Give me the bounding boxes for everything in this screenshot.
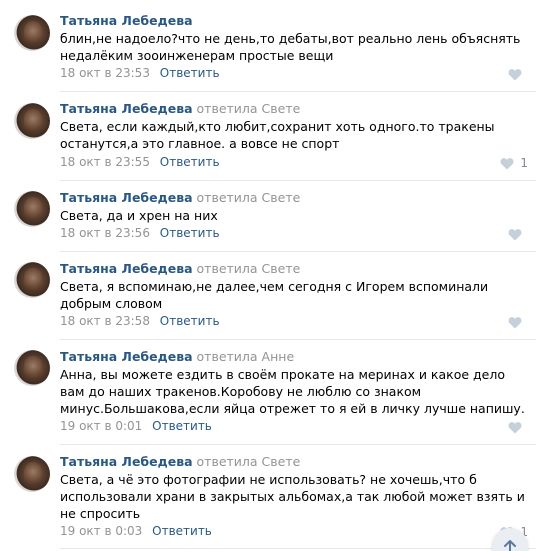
comment-header: Татьяна Лебедева ответила Свете	[60, 261, 300, 276]
comment-text: Света, да и хрен на них	[60, 208, 218, 223]
comment-text: блин,не надоело?что не день,то дебаты,во…	[60, 31, 521, 63]
comment-meta: 18 окт в 23:53 Ответить	[60, 66, 220, 81]
like-button[interactable]: 1	[500, 156, 528, 170]
avatar[interactable]	[14, 350, 50, 386]
author-name[interactable]: Татьяна Лебедева	[60, 101, 193, 116]
heart-icon	[508, 422, 522, 434]
avatar[interactable]	[14, 456, 50, 492]
author-name[interactable]: Татьяна Лебедева	[60, 261, 193, 276]
reply-to-label[interactable]: ответила Анне	[197, 349, 295, 364]
author-name[interactable]: Татьяна Лебедева	[60, 190, 193, 205]
like-button[interactable]	[508, 68, 528, 81]
comment-text: Анна, вы можете ездить в своём прокате н…	[60, 367, 525, 416]
comment-text: Света, если каждый,кто любит,сохранит хо…	[60, 119, 495, 151]
avatar[interactable]	[14, 103, 50, 139]
like-count: 1	[520, 156, 528, 170]
divider	[60, 548, 536, 549]
comment-meta: 18 окт в 23:56 Ответить	[60, 226, 220, 241]
avatar[interactable]	[14, 191, 50, 227]
reply-button[interactable]: Ответить	[152, 419, 212, 433]
comment-date[interactable]: 18 окт в 23:55	[60, 155, 150, 169]
divider	[60, 444, 536, 445]
reply-to-label[interactable]: ответила Свете	[197, 101, 301, 116]
reply-button[interactable]: Ответить	[160, 155, 220, 169]
heart-icon	[500, 157, 514, 169]
divider	[60, 339, 536, 340]
heart-icon	[508, 69, 522, 81]
reply-to-label[interactable]: ответила Свете	[197, 190, 301, 205]
heart-icon	[508, 229, 522, 241]
comment-date[interactable]: 19 окт в 0:03	[60, 524, 142, 538]
comment-meta: 19 окт в 0:03 Ответить	[60, 524, 212, 539]
comment-header: Татьяна Лебедева ответила Свете	[60, 190, 300, 205]
comment-date[interactable]: 19 окт в 0:01	[60, 419, 142, 433]
reply-to-label[interactable]: ответила Свете	[197, 454, 301, 469]
like-button[interactable]	[508, 316, 528, 329]
reply-to-label[interactable]: ответила Свете	[197, 261, 301, 276]
comment-date[interactable]: 18 окт в 23:58	[60, 314, 150, 328]
comment-text: Света, а чё это фотографии не использова…	[60, 472, 525, 521]
reply-button[interactable]: Ответить	[160, 314, 220, 328]
divider	[60, 251, 536, 252]
comment-header: Татьяна Лебедева ответила Свете	[60, 101, 300, 116]
arrow-up-icon	[504, 540, 516, 551]
comment-meta: 18 окт в 23:58 Ответить	[60, 314, 220, 329]
author-name[interactable]: Татьяна Лебедева	[60, 454, 193, 469]
like-button[interactable]	[508, 421, 528, 434]
comment-header: Татьяна Лебедева ответила Анне	[60, 349, 294, 364]
reply-button[interactable]: Ответить	[152, 524, 212, 538]
comment-text: Света, я вспоминаю,не далее,чем сегодня …	[60, 279, 489, 311]
comments-feed: Татьяна Лебедева блин,не надоело?что не …	[0, 0, 542, 551]
divider	[60, 180, 536, 181]
comment-date[interactable]: 18 окт в 23:53	[60, 66, 150, 80]
heart-icon	[508, 317, 522, 329]
avatar[interactable]	[14, 15, 50, 51]
comment-header: Татьяна Лебедева	[60, 13, 193, 28]
reply-button[interactable]: Ответить	[160, 226, 220, 240]
comment-header: Татьяна Лебедева ответила Свете	[60, 454, 300, 469]
reply-button[interactable]: Ответить	[160, 66, 220, 80]
comment-date[interactable]: 18 окт в 23:56	[60, 226, 150, 240]
divider	[60, 91, 536, 92]
like-button[interactable]	[508, 228, 528, 241]
author-name[interactable]: Татьяна Лебедева	[60, 349, 193, 364]
comment-meta: 19 окт в 0:01 Ответить	[60, 419, 212, 434]
author-name[interactable]: Татьяна Лебедева	[60, 13, 193, 28]
comment-meta: 18 окт в 23:55 Ответить	[60, 155, 220, 170]
avatar[interactable]	[14, 262, 50, 298]
